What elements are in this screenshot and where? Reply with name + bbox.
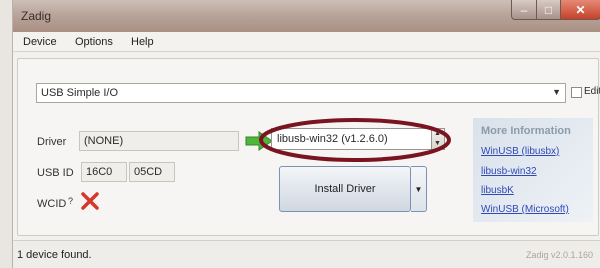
menu-options[interactable]: Options bbox=[75, 36, 113, 48]
dropdown-arrow-icon[interactable]: ▼ bbox=[552, 87, 561, 97]
link-libusbk[interactable]: libusbK bbox=[481, 185, 514, 196]
maximize-button[interactable]: □ bbox=[536, 0, 561, 20]
title-bar[interactable]: Zadig – □ ✕ bbox=[13, 0, 600, 32]
edit-checkbox[interactable] bbox=[571, 87, 582, 98]
close-button[interactable]: ✕ bbox=[560, 0, 600, 20]
driver-label: Driver bbox=[37, 136, 67, 148]
zadig-window: Zadig – □ ✕ Device Options Help USB Simp… bbox=[12, 0, 600, 268]
install-split-arrow-icon[interactable]: ▼ bbox=[411, 166, 427, 212]
menu-bar: Device Options Help bbox=[13, 32, 600, 52]
link-winusb-microsoft[interactable]: WinUSB (Microsoft) bbox=[481, 204, 569, 215]
device-dropdown[interactable]: USB Simple I/O ▼ bbox=[36, 83, 566, 103]
device-dropdown-value: USB Simple I/O bbox=[41, 87, 119, 99]
install-driver-button[interactable]: Install Driver bbox=[279, 166, 411, 212]
red-x-icon bbox=[81, 192, 99, 210]
minimize-button[interactable]: – bbox=[511, 0, 537, 20]
link-winusb-libusbx[interactable]: WinUSB (libusbx) bbox=[481, 146, 559, 157]
status-message: 1 device found. bbox=[17, 249, 92, 261]
status-bar: 1 device found. Zadig v2.0.1.160 bbox=[13, 240, 600, 268]
link-libusb-win32[interactable]: libusb-win32 bbox=[481, 166, 537, 177]
version-label: Zadig v2.0.1.160 bbox=[525, 250, 593, 260]
menu-device[interactable]: Device bbox=[23, 36, 57, 48]
usb-pid-field: 05CD bbox=[129, 162, 175, 182]
more-information-title: More Information bbox=[481, 125, 571, 137]
window-title: Zadig bbox=[21, 9, 52, 23]
wcid-label: WCID bbox=[37, 198, 67, 210]
current-driver-field: (NONE) bbox=[79, 131, 239, 151]
more-information-panel: More Information WinUSB (libusbx) libusb… bbox=[473, 118, 593, 222]
wcid-help-mark[interactable]: ? bbox=[68, 196, 73, 206]
menu-help[interactable]: Help bbox=[131, 36, 154, 48]
usb-vid-field: 16C0 bbox=[81, 162, 127, 182]
edit-checkbox-label: Edit bbox=[584, 86, 600, 97]
usb-id-label: USB ID bbox=[37, 167, 74, 179]
highlight-ellipse bbox=[259, 118, 451, 162]
